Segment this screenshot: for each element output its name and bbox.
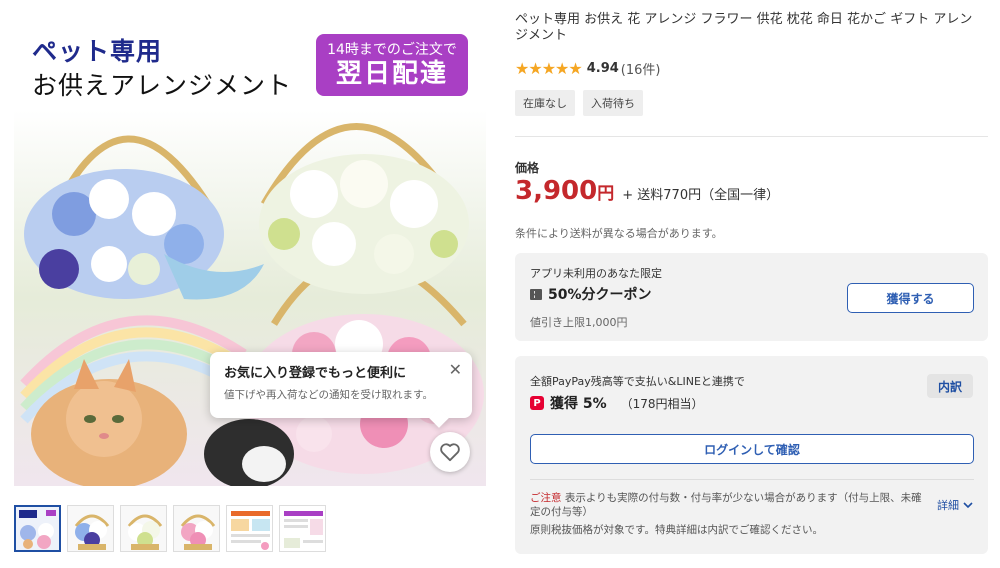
paypay-icon: P (530, 396, 544, 410)
favorite-button[interactable] (430, 432, 470, 472)
rating[interactable]: ★★★★★ 4.94 (16件) (515, 59, 660, 78)
thumbnail-3[interactable] (120, 505, 167, 552)
heart-icon (440, 443, 460, 462)
favorite-popup: お気に入り登録でもっと便利に 値下げや再入荷などの通知を受け取れます。 ✕ (210, 352, 472, 418)
coupon-card: アプリ未利用のあなた限定 50%分クーポン 値引き上限1,000円 獲得する (515, 253, 988, 341)
image-title-line2: お供えアレンジメント (32, 71, 293, 100)
coupon-title-row: 50%分クーポン (530, 284, 652, 304)
chevron-down-icon (963, 501, 973, 508)
flower-basket-illustration (20, 123, 484, 486)
tax-note: 原則税抜価格が対象です。特典詳細は内訳でご確認ください。 (530, 524, 823, 536)
paypay-earn-row: P 獲得 5% （178円相当） (530, 393, 704, 413)
review-count[interactable]: (16件) (621, 59, 661, 78)
status-badge-out-of-stock: 在庫なし (515, 90, 575, 116)
login-confirm-button[interactable]: ログインして確認 (530, 434, 974, 464)
close-icon[interactable]: ✕ (449, 360, 462, 379)
breakdown-button[interactable]: 内訳 (927, 374, 973, 398)
product-main-image[interactable]: ペット専用 お供えアレンジメント 14時までのご注文で 翌日配達 お気に入り登録… (14, 16, 486, 486)
status-tags: 在庫なし 入荷待ち (515, 90, 643, 116)
get-coupon-button[interactable]: 獲得する (847, 283, 974, 313)
price-value: 3,900 (515, 176, 598, 206)
image-title-line1: ペット専用 (32, 37, 163, 66)
divider (515, 136, 988, 137)
divider (530, 479, 974, 480)
earn-amount: （178円相当） (620, 396, 704, 411)
shipping-fee: + 送料770円（全国一律） (622, 188, 780, 203)
delivery-badge-line2: 翌日配達 (335, 59, 448, 89)
status-badge-awaiting-restock: 入荷待ち (583, 90, 643, 116)
delivery-badge-line1: 14時までのご注文で (327, 42, 457, 58)
caution-body: 表示よりも実際の付与数・付与率が少ない場合があります（付与上限、未確定の付与等） (530, 492, 922, 518)
favorite-popup-subtitle: 値下げや再入荷などの通知を受け取れます。 (224, 389, 433, 401)
star-icons: ★★★★★ (515, 59, 583, 78)
caution-text: ご注意 表示よりも実際の付与数・付与率が少ない場合があります（付与上限、未確定の… (530, 491, 925, 519)
shipping-note: 条件により送料が異なる場合があります。 (515, 227, 723, 240)
coupon-title: 50%分クーポン (548, 287, 652, 303)
thumbnail-1[interactable] (14, 505, 61, 552)
favorite-popup-title: お気に入り登録でもっと便利に (224, 366, 407, 381)
coupon-limit: 値引き上限1,000円 (530, 316, 628, 329)
price-label: 価格 (515, 161, 540, 175)
coupon-eligibility: アプリ未利用のあなた限定 (530, 267, 662, 280)
thumbnail-5[interactable] (226, 505, 273, 552)
paypay-points-card: 全額PayPay残高等で支払い&LINEと連携で P 獲得 5% （178円相当… (515, 356, 988, 554)
rating-score: 4.94 (586, 61, 619, 76)
earn-rate: 獲得 5% (550, 396, 607, 412)
paypay-condition: 全額PayPay残高等で支払い&LINEと連携で (530, 375, 745, 388)
thumbnail-4[interactable] (173, 505, 220, 552)
product-title: ペット専用 お供え 花 アレンジ フラワー 供花 枕花 命日 花かご ギフト ア… (515, 12, 973, 43)
detail-link[interactable]: 詳細 (937, 497, 973, 513)
detail-link-label: 詳細 (937, 499, 959, 512)
price-unit: 円 (597, 184, 615, 204)
thumbnail-strip (14, 505, 326, 552)
caution-label: ご注意 (530, 492, 562, 504)
thumbnail-6[interactable] (279, 505, 326, 552)
price-row: 3,900 円 + 送料770円（全国一律） (515, 176, 779, 206)
delivery-badge: 14時までのご注文で 翌日配達 (316, 34, 468, 96)
coupon-icon (530, 288, 542, 300)
thumbnail-2[interactable] (67, 505, 114, 552)
